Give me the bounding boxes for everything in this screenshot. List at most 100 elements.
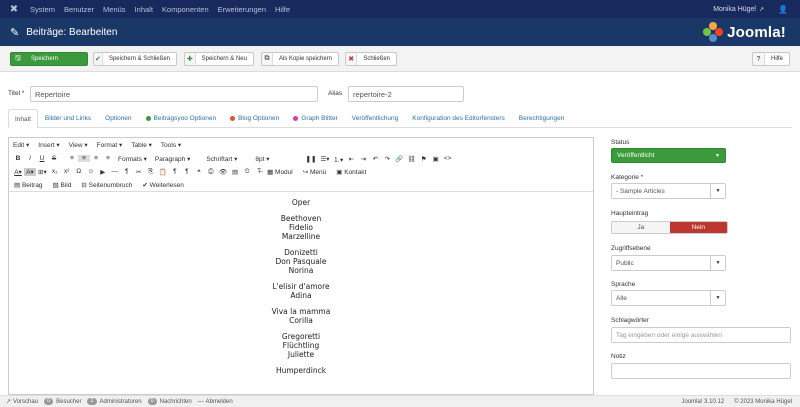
editor-menu-view[interactable]: View ▾ [69, 141, 88, 149]
subscript-icon[interactable]: x₂ [49, 168, 61, 175]
tab-images-links[interactable]: Bilder und Links [38, 109, 98, 127]
tab-options[interactable]: Optionen [98, 109, 138, 127]
menu-components[interactable]: Komponenten [162, 5, 209, 14]
module-icon[interactable]: ▦ Modul [265, 168, 295, 176]
help-button[interactable]: ? Hilfe [752, 52, 790, 66]
contact-button[interactable]: ▣ Kontakt [334, 168, 368, 176]
title-input[interactable]: Repertoire [30, 86, 318, 102]
ltr-icon[interactable]: ¶ [121, 168, 133, 175]
editor-menu-table[interactable]: Table ▾ [131, 141, 152, 149]
preview-link[interactable]: ↗ Vorschau [6, 398, 38, 406]
background-color-icon[interactable]: A▾ [24, 167, 36, 176]
clock-icon[interactable]: ⏲ [241, 168, 253, 176]
indent-icon[interactable]: ⇥ [357, 155, 369, 163]
visitors-status[interactable]: 0 Besucher [44, 398, 81, 405]
editor-menu-insert[interactable]: Insert ▾ [38, 141, 59, 149]
editor-content[interactable]: Oper Beethoven Fidelio Marzelline Donize… [9, 192, 593, 375]
status-select[interactable]: Veröffentlicht ▼ [611, 148, 726, 163]
editor-menu-tools[interactable]: Tools ▾ [161, 141, 181, 149]
category-select[interactable]: - Sample Articles ▼ [611, 183, 726, 199]
tab-graph[interactable]: Graph Blitter [286, 109, 345, 127]
paste-icon[interactable]: 📋 [157, 168, 169, 176]
joomla-icon[interactable]: ✖ [6, 0, 22, 18]
tab-permissions[interactable]: Berechtigungen [512, 109, 572, 127]
featured-yes-button[interactable]: Ja [612, 222, 670, 233]
messages-status[interactable]: 0 Nachrichten [147, 398, 192, 405]
media-icon[interactable]: ▶ [97, 168, 109, 176]
quote-icon[interactable]: ❝ [193, 168, 205, 176]
hr-icon[interactable]: — [109, 168, 121, 175]
superscript-icon[interactable]: x² [61, 168, 73, 175]
tab-publishing[interactable]: Veröffentlichung [345, 109, 406, 127]
paragraph-select[interactable]: Paragraph ▾ [151, 155, 194, 163]
outdent-icon[interactable]: ⇤ [345, 155, 357, 163]
copy-icon[interactable]: ⎘ [145, 168, 157, 176]
tab-article-options[interactable]: Beitragsyoo Optionen [139, 109, 224, 127]
font-family-select[interactable]: Schriftart ▾ [202, 155, 241, 163]
logout-link[interactable]: — Abmelden [198, 399, 233, 405]
visual-chars-icon[interactable]: ¶ [181, 168, 193, 175]
menu-system[interactable]: System [30, 5, 55, 14]
template-icon[interactable]: ▤ [229, 168, 241, 176]
preview-icon[interactable]: 👁 [217, 168, 229, 176]
table-icon[interactable]: ⊞▾ [36, 168, 49, 176]
menu-content[interactable]: Inhalt [135, 5, 153, 14]
italic-icon[interactable]: I [24, 155, 36, 162]
editor-toolbar-2: A▾ A▾ ⊞▾ x₂ x² Ω ☺ ▶ — ¶ ✂ ⎘ 📋 ¶ ¶ ❝ ⎙ 👁… [9, 165, 593, 178]
article-button[interactable]: ▤ Beitrag [12, 181, 45, 189]
align-justify-icon[interactable]: ≡ [102, 155, 114, 162]
anchor-icon[interactable]: ⚑ [418, 155, 430, 163]
tab-blog-options[interactable]: Blog Optionen [223, 109, 286, 127]
close-button[interactable]: ✖ Schließen [345, 52, 397, 66]
redo-icon[interactable]: ↷ [381, 155, 393, 163]
unlink-icon[interactable]: ⛓ [405, 155, 417, 163]
menu-extensions[interactable]: Erweiterungen [218, 5, 266, 14]
readmore-button[interactable]: ✔ Weiterlesen [140, 181, 185, 189]
editor-menu-format[interactable]: Format ▾ [97, 141, 123, 149]
cut-icon[interactable]: ✂ [133, 168, 145, 176]
font-size-select[interactable]: 8pt ▾ [251, 155, 273, 163]
underline-icon[interactable]: U [36, 155, 48, 162]
alias-input[interactable]: repertoire-2 [348, 86, 464, 102]
special-char-icon[interactable]: Ω [73, 168, 85, 175]
tab-editor-config[interactable]: Konfiguration des Editorfensters [405, 109, 512, 127]
align-right-icon[interactable]: ≡ [90, 155, 102, 162]
code-icon[interactable]: <> [442, 155, 454, 162]
image-icon[interactable]: ▣ [430, 155, 442, 163]
menu-help[interactable]: Hilfe [275, 5, 290, 14]
link-icon[interactable]: 🔗 [393, 155, 405, 163]
undo-icon[interactable]: ↶ [369, 155, 381, 163]
bold-icon[interactable]: B [12, 155, 24, 162]
align-center-icon[interactable]: ≡ [78, 155, 90, 162]
save-button[interactable]: 🖫 Speichern [10, 52, 88, 66]
site-name-link[interactable]: Monika Hügel [713, 6, 756, 13]
emoticons-icon[interactable]: ☺ [85, 168, 97, 175]
save-new-button[interactable]: ✚ Speichern & Neu [184, 52, 254, 66]
show-blocks-icon[interactable]: ¶ [169, 168, 181, 175]
formats-select[interactable]: Formats ▾ [114, 155, 151, 163]
menu-menus[interactable]: Menüs [103, 5, 126, 14]
editor-menu-edit[interactable]: Edit ▾ [13, 141, 29, 149]
admins-status[interactable]: 2 Administratoren [87, 398, 142, 405]
bullet-list-icon[interactable]: ☰▾ [318, 155, 331, 163]
menu-button[interactable]: ↪ Menü [301, 168, 329, 176]
access-select[interactable]: Public ▼ [611, 255, 726, 271]
featured-no-button[interactable]: Nein [669, 222, 727, 233]
note-input[interactable] [611, 363, 791, 379]
save-close-button[interactable]: ✔ Speichern & Schließen [93, 52, 177, 66]
user-icon[interactable]: 👤 [778, 5, 788, 14]
menu-users[interactable]: Benutzer [64, 5, 94, 14]
language-select[interactable]: Alle ▼ [611, 290, 726, 306]
tags-input[interactable]: Tag eingeben oder einige auswählen [611, 327, 791, 343]
image-button[interactable]: ▧ Bild [51, 181, 74, 189]
blockquote-icon[interactable]: ❚❚ [304, 155, 319, 163]
text-color-icon[interactable]: A▾ [12, 168, 24, 176]
numbered-list-icon[interactable]: ⒈▾ [332, 154, 346, 164]
clear-format-icon[interactable]: T̶ [253, 168, 265, 175]
strikethrough-icon[interactable]: S [48, 155, 60, 162]
tab-content[interactable]: Inhalt [8, 109, 38, 128]
align-left-icon[interactable]: ≡ [66, 155, 78, 162]
save-copy-button[interactable]: ⧉ Als Kopie speichern [261, 52, 339, 66]
print-icon[interactable]: ⎙ [205, 168, 217, 176]
pagebreak-button[interactable]: ⊟ Seitenumbruch [79, 181, 134, 189]
